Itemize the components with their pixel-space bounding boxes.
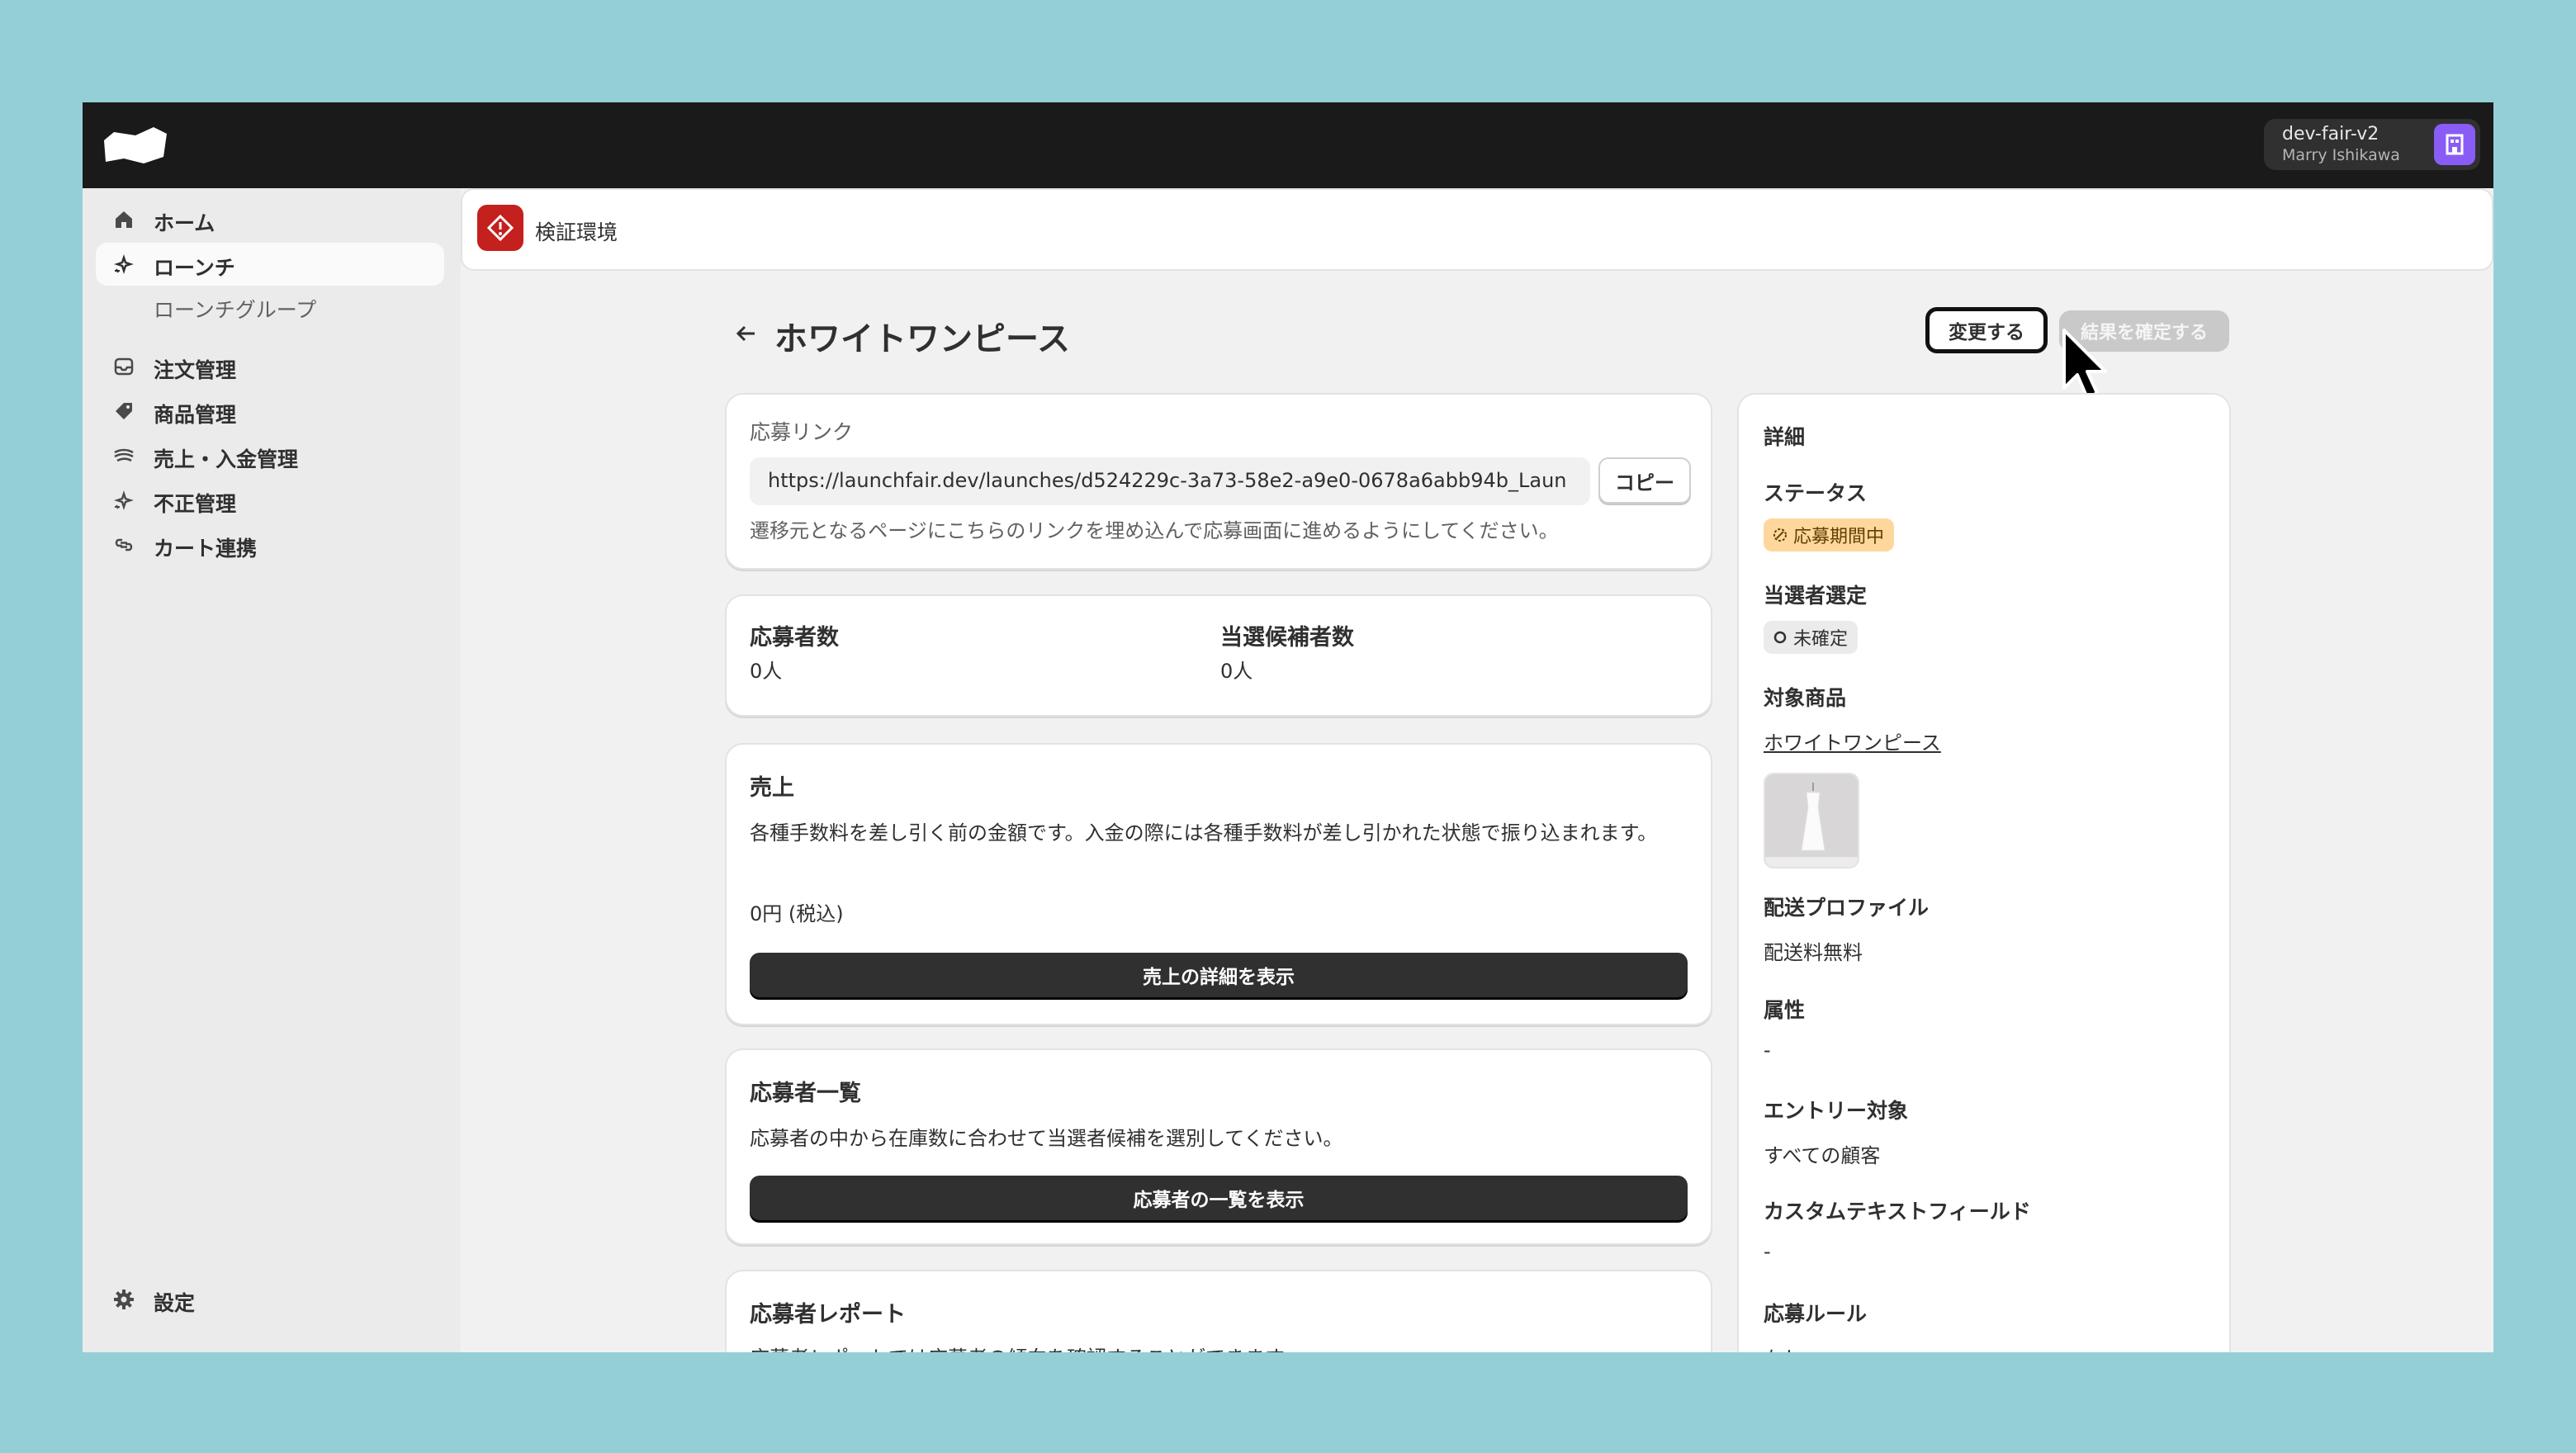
sidebar-item-label: カート連携 — [154, 537, 258, 561]
page-title: ホワイトワンピース — [774, 320, 1070, 358]
sidebar-item-label: 売上・入金管理 — [154, 447, 299, 471]
sales-title: 売上 — [750, 775, 794, 801]
top-bar: dev-fair-v2 Marry Ishikawa — [83, 102, 2493, 188]
app-window: dev-fair-v2 Marry Ishikawa ホーム ローンチ ローンチ… — [83, 102, 2493, 1352]
candidates-count-value: 0人 — [1220, 660, 1253, 683]
dress-image-icon — [1765, 774, 1858, 867]
applicants-list-button[interactable]: 応募者の一覧を表示 — [750, 1176, 1688, 1220]
sparkle-icon — [114, 254, 134, 274]
sidebar-item-cart[interactable]: カート連携 — [96, 523, 444, 566]
shipping-profile-label: 配送プロファイル — [1764, 896, 1930, 920]
report-title: 応募者レポート — [750, 1302, 906, 1328]
sales-amount: 0円 (税込) — [750, 902, 844, 925]
warning-diamond-icon — [477, 205, 523, 251]
sidebar-item-label: ローンチ — [154, 256, 235, 280]
shipping-profile-value: 配送料無料 — [1764, 941, 1863, 964]
custom-text-field-value: - — [1764, 1240, 1771, 1263]
inbox-icon — [114, 357, 134, 376]
home-icon — [116, 211, 132, 228]
sidebar-item-fraud[interactable]: 不正管理 — [96, 479, 444, 522]
environment-label: 検証環境 — [535, 220, 618, 244]
sidebar-item-products[interactable]: 商品管理 — [96, 390, 444, 433]
sparkle-icon — [114, 490, 134, 510]
details-title: 詳細 — [1764, 425, 1806, 449]
applicants-description: 応募者の中から在庫数に合わせて当選者候補を選別してください。 — [750, 1127, 1343, 1150]
target-product-label: 対象商品 — [1764, 686, 1847, 710]
report-description: 応募者レポートでは応募者の傾向を確認することができます。 — [750, 1342, 1303, 1352]
sidebar-item-label: 設定 — [154, 1291, 196, 1315]
entry-link-card: 応募リンク https://launchfair.dev/launches/d5… — [725, 393, 1712, 570]
status-badge-label: 応募期間中 — [1793, 527, 1885, 547]
details-card: 詳細 ステータス 応募期間中 当選者選定 未確定 対象商品 ホワイトワンピース … — [1737, 393, 2231, 1352]
app-logo-icon[interactable] — [102, 125, 168, 165]
circle-icon — [1773, 631, 1787, 644]
store-name: dev-fair-v2 — [2282, 124, 2379, 144]
change-button[interactable]: 変更する — [1925, 307, 2048, 353]
sidebar-item-home[interactable]: ホーム — [96, 198, 444, 241]
sidebar-item-label: 商品管理 — [154, 403, 237, 427]
winner-selection-label: 当選者選定 — [1764, 584, 1868, 608]
entry-target-value: すべての顧客 — [1764, 1144, 1881, 1167]
selection-badge-label: 未確定 — [1793, 629, 1849, 650]
store-user-name: Marry Ishikawa — [2282, 146, 2400, 164]
sidebar-item-label: 不正管理 — [154, 492, 237, 516]
attribute-label: 属性 — [1764, 998, 1806, 1022]
applicants-count-label: 応募者数 — [750, 625, 839, 651]
sales-description: 各種手数料を差し引く前の金額です。入金の際には各種手数料が差し引かれた状態で振り… — [750, 821, 1658, 845]
sidebar-subitem-launch-group[interactable]: ローンチグループ — [154, 294, 316, 324]
gear-icon — [114, 1290, 134, 1309]
tag-icon — [116, 403, 132, 419]
cash-icon — [114, 448, 134, 462]
report-card: 応募者レポート 応募者レポートでは応募者の傾向を確認することができます。 — [725, 1270, 1712, 1352]
product-thumbnail[interactable] — [1764, 773, 1859, 868]
sidebar-item-orders[interactable]: 注文管理 — [96, 345, 444, 388]
applicants-card: 応募者一覧 応募者の中から在庫数に合わせて当選者候補を選別してください。 応募者… — [725, 1048, 1712, 1245]
custom-text-field-label: カスタムテキストフィールド — [1764, 1200, 2031, 1223]
entry-rule-label: 応募ルール — [1764, 1302, 1868, 1326]
entry-link-help: 遷移元となるページにこちらのリンクを埋め込んで応募画面に進めるようにしてください… — [750, 519, 1559, 542]
sidebar-item-label: ホーム — [154, 211, 215, 235]
entry-link-url-field[interactable]: https://launchfair.dev/launches/d524229c… — [750, 457, 1590, 505]
applicants-count-value: 0人 — [750, 660, 783, 683]
entry-link-label: 応募リンク — [750, 420, 854, 444]
environment-banner: 検証環境 — [461, 188, 2493, 271]
sidebar-item-label: 注文管理 — [154, 358, 237, 382]
sidebar-item-settings[interactable]: 設定 — [96, 1278, 444, 1321]
target-product-link[interactable]: ホワイトワンピース — [1764, 726, 1941, 755]
sales-card: 売上 各種手数料を差し引く前の金額です。入金の際には各種手数料が差し引かれた状態… — [725, 743, 1712, 1025]
attribute-value: - — [1764, 1039, 1771, 1062]
entry-rule-value: なし — [1764, 1342, 1803, 1352]
store-avatar-icon — [2434, 124, 2475, 165]
candidates-count-label: 当選候補者数 — [1220, 625, 1354, 651]
back-arrow-icon[interactable] — [733, 320, 760, 347]
link-icon — [115, 538, 133, 551]
store-switcher[interactable]: dev-fair-v2 Marry Ishikawa — [2264, 119, 2480, 170]
stats-card: 応募者数 0人 当選候補者数 0人 — [725, 594, 1712, 717]
sidebar-item-launch[interactable]: ローンチ — [96, 243, 444, 286]
entry-target-label: エントリー対象 — [1764, 1099, 1909, 1123]
copy-button[interactable]: コピー — [1598, 457, 1691, 504]
sidebar-item-sales[interactable]: 売上・入金管理 — [96, 434, 444, 477]
sidebar: ホーム ローンチ ローンチグループ 注文管理 商品管理 売上・入金管理 不正管理… — [83, 188, 461, 1352]
applicants-title: 応募者一覧 — [750, 1081, 861, 1106]
clock-icon — [1773, 528, 1787, 542]
selection-badge: 未確定 — [1764, 621, 1859, 654]
sales-detail-button[interactable]: 売上の詳細を表示 — [750, 953, 1688, 997]
status-badge: 応募期間中 — [1764, 518, 1895, 551]
status-label: ステータス — [1764, 481, 1868, 505]
